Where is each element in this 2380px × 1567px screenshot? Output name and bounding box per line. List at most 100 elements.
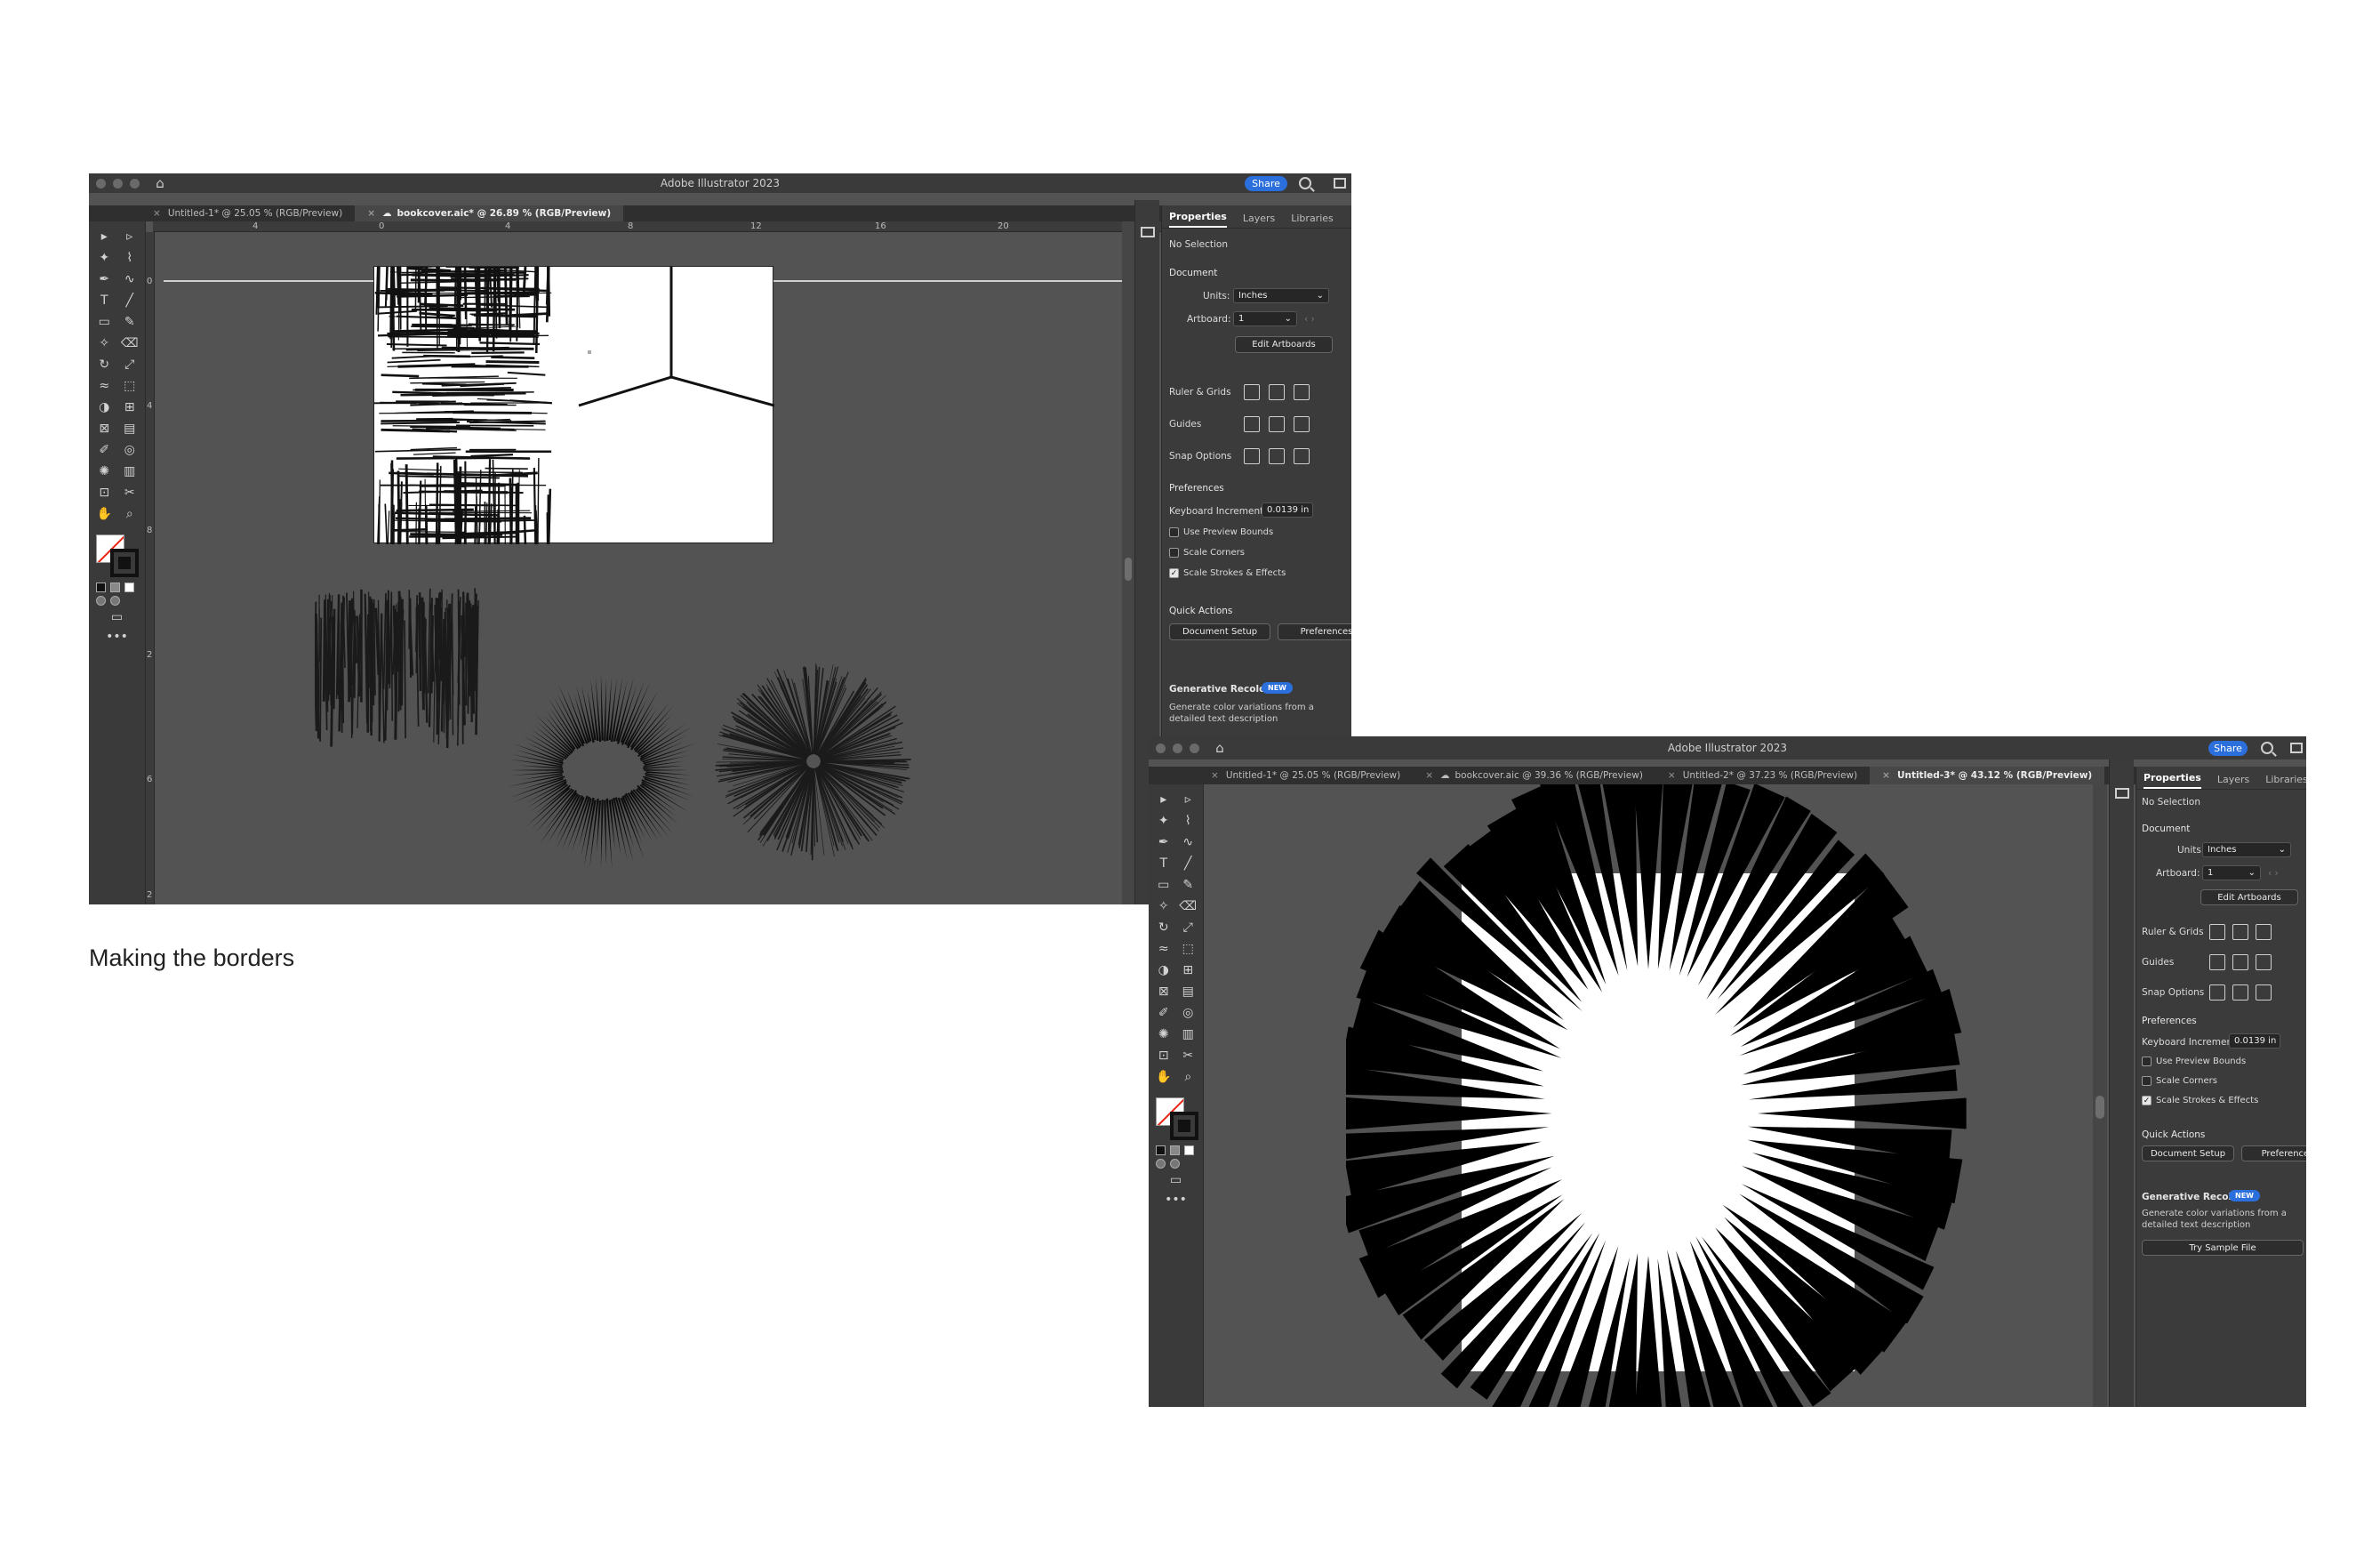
use-preview-bounds-checkbox[interactable]: Use Preview Bounds bbox=[1169, 527, 1273, 537]
lasso-tool-icon[interactable]: ⌇ bbox=[1177, 811, 1200, 831]
starburst-frame[interactable] bbox=[1346, 784, 1968, 1407]
rectangle-tool-icon[interactable]: ▭ bbox=[92, 312, 116, 332]
selection-tool-icon[interactable]: ▸ bbox=[1152, 790, 1175, 809]
rotate-tool-icon[interactable]: ↻ bbox=[92, 355, 116, 374]
curvature-tool-icon[interactable]: ∿ bbox=[118, 269, 142, 289]
draw-mode-buttons[interactable] bbox=[1149, 1157, 1203, 1170]
tab-properties[interactable]: Properties bbox=[2144, 772, 2201, 789]
lock-guides-icon[interactable] bbox=[1269, 416, 1285, 432]
artboard-select[interactable]: 1 ⌄ bbox=[1233, 311, 1297, 326]
snap-to-grid-icon[interactable] bbox=[2232, 984, 2248, 1000]
workspace-switcher-icon[interactable] bbox=[2290, 743, 2303, 753]
grid-icon[interactable] bbox=[1269, 384, 1285, 400]
snap-to-pixel-icon[interactable] bbox=[1294, 448, 1310, 464]
shape-builder-tool-icon[interactable]: ◑ bbox=[1152, 960, 1175, 980]
artboard-nav-arrows[interactable]: ‹ › bbox=[1304, 314, 1315, 325]
tab-untitled-3[interactable]: × Untitled-3* @ 43.12 % (RGB/Preview) bbox=[1870, 767, 2105, 784]
keyboard-increment-field[interactable]: 0.0139 in bbox=[1262, 502, 1313, 518]
rotate-tool-icon[interactable]: ↻ bbox=[1152, 918, 1175, 937]
artboard-select[interactable]: 1 ⌄ bbox=[2202, 865, 2261, 880]
ruler-icon[interactable] bbox=[2209, 924, 2225, 940]
shaper-tool-icon[interactable]: ✧ bbox=[92, 333, 116, 353]
type-tool-icon[interactable]: T bbox=[92, 291, 116, 310]
search-icon[interactable] bbox=[1299, 177, 1311, 189]
canvas-scrollbar[interactable] bbox=[1122, 221, 1134, 904]
units-select[interactable]: Inches ⌄ bbox=[2202, 842, 2291, 857]
artboard-tool-icon[interactable]: ⊡ bbox=[92, 483, 116, 502]
checkbox-box[interactable]: ✓ bbox=[1169, 568, 1179, 578]
direct-selection-tool-icon[interactable]: ▹ bbox=[1177, 790, 1200, 809]
tab-properties[interactable]: Properties bbox=[1169, 211, 1227, 228]
zoom-dot[interactable] bbox=[130, 178, 140, 189]
screen-mode-icon[interactable]: ▭ bbox=[1149, 1170, 1203, 1190]
hand-tool-icon[interactable]: ✋ bbox=[1152, 1067, 1175, 1087]
free-transform-tool-icon[interactable]: ⬚ bbox=[118, 376, 142, 396]
gradient-tool-icon[interactable]: ▤ bbox=[1177, 982, 1200, 1001]
horizontal-ruler[interactable]: 4 0 4 8 12 16 20 bbox=[153, 221, 1166, 232]
smart-guides-icon[interactable] bbox=[1294, 416, 1310, 432]
canvas-scrollbar[interactable] bbox=[2093, 784, 2107, 1407]
tab-layers[interactable]: Layers bbox=[1243, 213, 1275, 228]
close-tab-icon[interactable]: × bbox=[1425, 770, 1433, 781]
tab-layers[interactable]: Layers bbox=[2217, 774, 2249, 789]
color-mode-buttons[interactable] bbox=[1149, 1144, 1203, 1157]
artboard-nav-arrows[interactable]: ‹ › bbox=[2268, 868, 2279, 879]
pen-tool-icon[interactable]: ✒ bbox=[1152, 832, 1175, 852]
lasso-tool-icon[interactable]: ⌇ bbox=[118, 248, 142, 268]
smart-guides-icon[interactable] bbox=[2256, 954, 2272, 970]
symbol-sprayer-tool-icon[interactable]: ✺ bbox=[1152, 1025, 1175, 1044]
perspective-tool-icon[interactable]: ⊞ bbox=[118, 398, 142, 417]
screen-mode-icon[interactable]: ▭ bbox=[89, 607, 145, 627]
artboard[interactable] bbox=[373, 266, 774, 544]
scale-strokes-checkbox[interactable]: ✓ Scale Strokes & Effects bbox=[2142, 1096, 2258, 1105]
canvas-area[interactable] bbox=[1204, 784, 2093, 1407]
tab-untitled-2[interactable]: × Untitled-2* @ 37.23 % (RGB/Preview) bbox=[1655, 767, 1870, 784]
document-setup-button[interactable]: Document Setup bbox=[2142, 1145, 2234, 1161]
window-controls[interactable] bbox=[96, 178, 140, 189]
close-tab-icon[interactable]: × bbox=[367, 208, 375, 219]
lock-guides-icon[interactable] bbox=[2232, 954, 2248, 970]
scale-tool-icon[interactable]: ⤢ bbox=[118, 355, 142, 374]
zoom-tool-icon[interactable]: ⌕ bbox=[1177, 1067, 1200, 1087]
eyedropper-tool-icon[interactable]: ✐ bbox=[1152, 1003, 1175, 1023]
perspective-tool-icon[interactable]: ⊞ bbox=[1177, 960, 1200, 980]
graph-tool-icon[interactable]: ▥ bbox=[118, 462, 142, 481]
units-select[interactable]: Inches ⌄ bbox=[1233, 288, 1329, 303]
hatch-pattern-swatch[interactable] bbox=[315, 579, 484, 748]
checkbox-box[interactable] bbox=[2142, 1076, 2152, 1086]
home-icon[interactable]: ⌂ bbox=[152, 175, 168, 191]
checkbox-box[interactable] bbox=[1169, 527, 1179, 537]
close-tab-icon[interactable]: × bbox=[1211, 770, 1219, 781]
slice-tool-icon[interactable]: ✂ bbox=[1177, 1046, 1200, 1065]
vertical-ruler[interactable]: 0 4 8 2 6 2 bbox=[146, 232, 155, 904]
close-dot[interactable] bbox=[1156, 743, 1166, 753]
tab-bookcover[interactable]: × ☁ bookcover.aic* @ 26.89 % (RGB/Preview) bbox=[355, 205, 624, 221]
snap-to-pixel-icon[interactable] bbox=[2256, 984, 2272, 1000]
checkbox-box[interactable] bbox=[2142, 1057, 2152, 1066]
blend-tool-icon[interactable]: ◎ bbox=[1177, 1003, 1200, 1023]
line-tool-icon[interactable]: ╱ bbox=[118, 291, 142, 310]
slice-tool-icon[interactable]: ✂ bbox=[118, 483, 142, 502]
gradient-tool-icon[interactable]: ▤ bbox=[118, 419, 142, 438]
grid-icon[interactable] bbox=[2232, 924, 2248, 940]
warp-tool-icon[interactable]: ≈ bbox=[1152, 939, 1175, 959]
preferences-button[interactable]: Preferences bbox=[1278, 623, 1351, 640]
scale-corners-checkbox[interactable]: Scale Corners bbox=[2142, 1076, 2217, 1086]
workspace-switcher-icon[interactable] bbox=[1334, 178, 1346, 189]
canvas-area[interactable] bbox=[155, 232, 1122, 904]
panel-dock-icon[interactable] bbox=[1141, 227, 1155, 237]
blend-tool-icon[interactable]: ◎ bbox=[118, 440, 142, 460]
try-sample-file-button[interactable]: Try Sample File bbox=[2142, 1240, 2304, 1256]
paintbrush-tool-icon[interactable]: ✎ bbox=[118, 312, 142, 332]
keyboard-increment-field[interactable]: 0.0139 in bbox=[2229, 1033, 2280, 1049]
checkbox-box[interactable] bbox=[1169, 548, 1179, 558]
close-tab-icon[interactable]: × bbox=[1668, 770, 1676, 781]
curvature-tool-icon[interactable]: ∿ bbox=[1177, 832, 1200, 852]
show-guides-icon[interactable] bbox=[1244, 416, 1260, 432]
graph-tool-icon[interactable]: ▥ bbox=[1177, 1025, 1200, 1044]
color-mode-buttons[interactable] bbox=[89, 581, 145, 594]
share-button[interactable]: Share bbox=[1245, 176, 1287, 191]
zoom-tool-icon[interactable]: ⌕ bbox=[118, 504, 142, 524]
use-preview-bounds-checkbox[interactable]: Use Preview Bounds bbox=[2142, 1057, 2246, 1066]
minimize-dot[interactable] bbox=[113, 178, 123, 189]
